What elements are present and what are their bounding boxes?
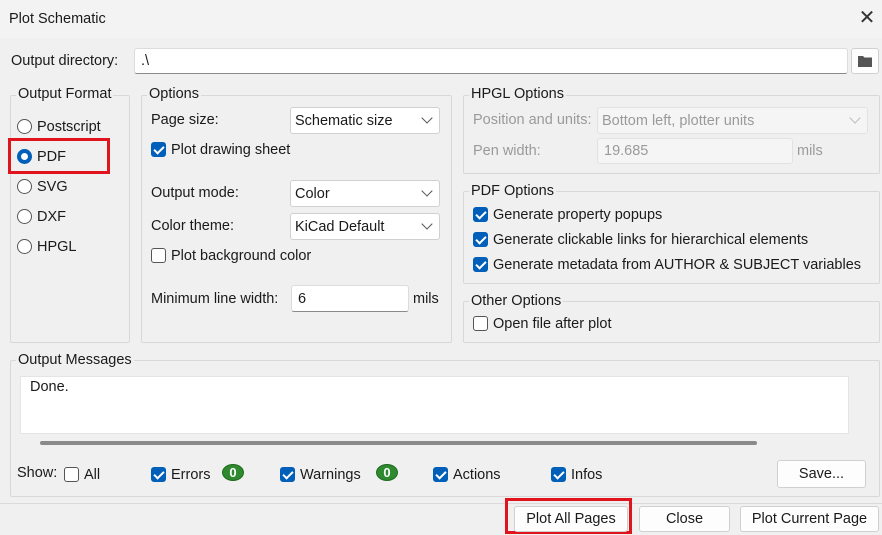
errors-count-badge: 0 (222, 464, 244, 481)
page-size-select[interactable]: Schematic size (290, 107, 440, 134)
output-directory-input[interactable]: .\ (134, 48, 848, 74)
color-theme-select[interactable]: KiCad Default (290, 213, 440, 240)
pdf-options-title: PDF Options (469, 183, 556, 199)
output-messages-title: Output Messages (16, 352, 134, 368)
radio-postscript-label: Postscript (37, 119, 101, 135)
radio-dxf[interactable] (17, 209, 32, 224)
generate-metadata-label: Generate metadata from AUTHOR & SUBJECT … (493, 257, 862, 273)
pen-width-label: Pen width: (473, 143, 541, 159)
plot-background-color-checkbox[interactable] (151, 248, 166, 263)
output-directory-value: .\ (141, 53, 150, 69)
radio-postscript[interactable] (17, 119, 32, 134)
open-file-after-plot-checkbox[interactable] (473, 316, 488, 331)
show-all-label: All (84, 467, 101, 483)
options-title: Options (147, 86, 201, 102)
chevron-down-icon (421, 218, 433, 230)
radio-svg-label: SVG (37, 179, 68, 195)
pen-width-unit: mils (797, 143, 823, 159)
generate-clickable-links-label: Generate clickable links for hierarchica… (493, 232, 809, 248)
page-size-value: Schematic size (295, 112, 393, 129)
horizontal-scrollbar[interactable] (40, 441, 757, 445)
output-messages-area[interactable]: Done. (20, 376, 849, 434)
min-line-width-label: Minimum line width: (151, 291, 279, 307)
min-line-width-unit: mils (413, 291, 439, 307)
folder-icon (858, 56, 872, 67)
other-options-title: Other Options (469, 293, 564, 309)
plot-all-pages-button[interactable]: Plot All Pages (514, 506, 628, 532)
window-title: Plot Schematic (9, 11, 106, 27)
generate-clickable-links-checkbox[interactable] (473, 232, 488, 247)
show-errors-checkbox[interactable] (151, 467, 166, 482)
output-mode-value: Color (295, 185, 330, 202)
show-actions-label: Actions (453, 467, 501, 483)
show-label: Show: (17, 465, 58, 481)
color-theme-value: KiCad Default (295, 218, 385, 235)
show-warnings-checkbox[interactable] (280, 467, 295, 482)
pen-width-input[interactable]: 19.685 (597, 138, 793, 164)
radio-dxf-label: DXF (37, 209, 66, 225)
position-units-select[interactable]: Bottom left, plotter units (597, 107, 868, 134)
radio-pdf-label: PDF (37, 149, 66, 165)
browse-folder-button[interactable] (851, 48, 879, 74)
plot-drawing-sheet-label: Plot drawing sheet (171, 142, 291, 158)
chevron-down-icon (421, 112, 433, 124)
output-mode-label: Output mode: (151, 185, 239, 201)
output-format-title: Output Format (16, 86, 114, 102)
generate-metadata-checkbox[interactable] (473, 257, 488, 272)
output-messages-text: Done. (30, 379, 69, 395)
close-icon[interactable]: ✕ (853, 4, 881, 32)
title-bar (0, 0, 882, 38)
radio-hpgl-label: HPGL (37, 239, 77, 255)
hpgl-options-title: HPGL Options (469, 86, 566, 102)
pen-width-value: 19.685 (604, 143, 649, 159)
chevron-down-icon (421, 185, 433, 197)
radio-pdf[interactable] (17, 149, 32, 164)
show-infos-checkbox[interactable] (551, 467, 566, 482)
plot-current-page-button[interactable]: Plot Current Page (740, 506, 879, 532)
min-line-width-value: 6 (298, 290, 307, 307)
warnings-count-badge: 0 (376, 464, 398, 481)
show-all-checkbox[interactable] (64, 467, 79, 482)
generate-property-popups-checkbox[interactable] (473, 207, 488, 222)
close-button[interactable]: Close (639, 506, 730, 532)
position-units-value: Bottom left, plotter units (602, 112, 755, 129)
output-mode-select[interactable]: Color (290, 180, 440, 207)
position-units-label: Position and units: (473, 112, 592, 128)
bottom-separator (0, 503, 882, 504)
show-warnings-label: Warnings (300, 467, 361, 483)
generate-property-popups-label: Generate property popups (493, 207, 663, 223)
radio-hpgl[interactable] (17, 239, 32, 254)
plot-drawing-sheet-checkbox[interactable] (151, 142, 166, 157)
radio-svg[interactable] (17, 179, 32, 194)
page-size-label: Page size: (151, 112, 219, 128)
show-actions-checkbox[interactable] (433, 467, 448, 482)
min-line-width-input[interactable]: 6 (291, 285, 409, 312)
color-theme-label: Color theme: (151, 218, 235, 234)
open-file-after-plot-label: Open file after plot (493, 316, 612, 332)
show-infos-label: Infos (571, 467, 603, 483)
plot-background-color-label: Plot background color (171, 248, 312, 264)
save-messages-button[interactable]: Save... (777, 460, 866, 488)
show-errors-label: Errors (171, 467, 211, 483)
chevron-down-icon (849, 112, 861, 124)
output-directory-label: Output directory: (11, 53, 119, 69)
